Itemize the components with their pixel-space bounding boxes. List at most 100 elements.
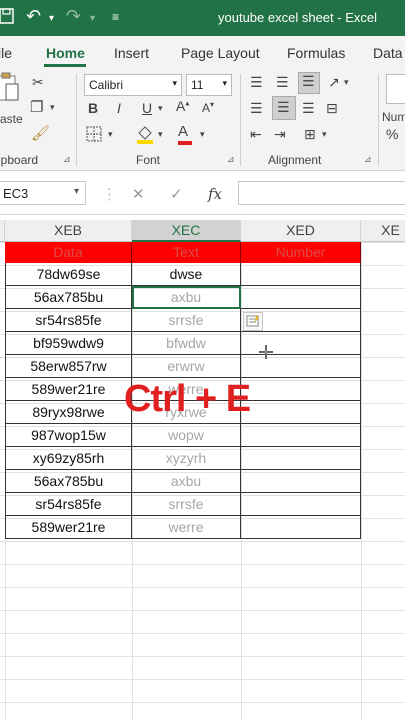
cell-data[interactable]: sr54rs85fe: [5, 309, 132, 332]
column-header-xed[interactable]: XED: [241, 220, 361, 242]
tab-formulas[interactable]: Formulas: [287, 45, 345, 61]
tab-page-layout[interactable]: Page Layout: [181, 45, 260, 61]
cell-number[interactable]: [241, 493, 361, 516]
tab-insert[interactable]: Insert: [114, 45, 149, 61]
cell-number[interactable]: [241, 424, 361, 447]
font-name-select[interactable]: Calibri ▾: [84, 74, 182, 96]
clipboard-launcher-icon[interactable]: ⊿: [63, 154, 71, 165]
fill-color-dropdown-icon[interactable]: ▾: [158, 129, 163, 140]
font-launcher-icon[interactable]: ⊿: [227, 154, 235, 165]
tab-home[interactable]: Home: [46, 45, 85, 61]
cell-text[interactable]: srrsfe: [132, 309, 241, 332]
decrease-indent-icon[interactable]: ⇤: [250, 126, 262, 143]
paste-label[interactable]: aste: [0, 112, 23, 126]
cell-data[interactable]: 78dw69se: [5, 263, 132, 286]
name-box[interactable]: EC3 ▾: [0, 181, 86, 205]
number-format-select[interactable]: [386, 74, 405, 104]
header-cell-data[interactable]: Data: [5, 242, 132, 263]
cell-data[interactable]: 58erw857rw: [5, 355, 132, 378]
wrap-text-icon[interactable]: ⊟: [326, 100, 338, 117]
decrease-font-icon[interactable]: A▾: [202, 100, 214, 115]
cell-number[interactable]: [241, 470, 361, 493]
cell-data[interactable]: 589wer21re: [5, 516, 132, 539]
font-size-select[interactable]: 11 ▾: [186, 74, 232, 96]
fill-color-icon[interactable]: [136, 124, 154, 149]
header-cell-text[interactable]: Text: [132, 242, 241, 263]
column-header-xee[interactable]: XE: [361, 220, 405, 242]
underline-button[interactable]: U: [142, 100, 152, 116]
font-color-icon[interactable]: A: [178, 123, 192, 145]
worksheet-grid[interactable]: Data Text Number 78dw69se dwse 56ax785bu axbu s…: [0, 242, 405, 720]
cell-text[interactable]: srrsfe: [132, 493, 241, 516]
cell-number[interactable]: [241, 516, 361, 539]
align-center-icon[interactable]: ☰: [272, 96, 296, 120]
cell-text[interactable]: erwrw: [132, 355, 241, 378]
cell-data[interactable]: 89ryx98rwe: [5, 401, 132, 424]
tab-file[interactable]: ile: [0, 45, 12, 61]
undo-icon[interactable]: ↶: [26, 6, 41, 27]
cell-number[interactable]: [241, 378, 361, 401]
insert-function-icon[interactable]: fx: [208, 185, 222, 203]
orientation-icon[interactable]: ↗: [328, 74, 340, 91]
align-bottom-icon[interactable]: ☰: [298, 72, 320, 94]
copy-dropdown-icon[interactable]: ▾: [50, 102, 55, 113]
cell-data[interactable]: 56ax785bu: [5, 286, 132, 309]
align-top-icon[interactable]: ☰: [250, 74, 263, 91]
bold-button[interactable]: B: [88, 100, 98, 116]
cell-number[interactable]: [241, 401, 361, 424]
cell-text[interactable]: dwse: [132, 263, 241, 286]
borders-dropdown-icon[interactable]: ▾: [108, 129, 113, 140]
formula-bar-divider-icon: ⋮: [102, 186, 117, 203]
increase-indent-icon[interactable]: ⇥: [274, 126, 286, 143]
copy-icon[interactable]: ❐: [30, 98, 43, 116]
undo-dropdown-icon[interactable]: ▾: [49, 13, 54, 24]
formula-input[interactable]: [238, 181, 405, 205]
cell-number[interactable]: [241, 447, 361, 470]
align-right-icon[interactable]: ☰: [302, 100, 315, 117]
cell-text[interactable]: xyzyrh: [132, 447, 241, 470]
header-cell-number[interactable]: Number: [241, 242, 361, 263]
font-color-dropdown-icon[interactable]: ▾: [200, 129, 205, 140]
cell-text[interactable]: wopw: [132, 424, 241, 447]
font-color-letter: A: [178, 123, 189, 140]
cell-data[interactable]: 56ax785bu: [5, 470, 132, 493]
cell-data[interactable]: bf959wdw9: [5, 332, 132, 355]
cell-text[interactable]: bfwdw: [132, 332, 241, 355]
cell-data[interactable]: 987wop15w: [5, 424, 132, 447]
column-header-xeb[interactable]: XEB: [5, 220, 132, 242]
format-painter-icon[interactable]: 🖌: [31, 124, 50, 142]
save-icon[interactable]: [0, 8, 14, 29]
alignment-launcher-icon[interactable]: ⊿: [364, 154, 372, 165]
orientation-dropdown-icon[interactable]: ▾: [344, 77, 349, 88]
align-middle-icon[interactable]: ☰: [276, 74, 289, 91]
cell-text[interactable]: werre: [132, 516, 241, 539]
borders-icon[interactable]: [86, 126, 102, 145]
cell-number[interactable]: [241, 263, 361, 286]
percent-style-icon[interactable]: %: [386, 126, 398, 142]
gridline: [0, 633, 405, 634]
column-header-xec[interactable]: XEC: [132, 220, 241, 242]
underline-dropdown-icon[interactable]: ▾: [158, 103, 163, 114]
flash-fill-options-icon[interactable]: [243, 312, 263, 331]
active-cell[interactable]: axbu: [132, 286, 241, 309]
cell-data[interactable]: xy69zy85rh: [5, 447, 132, 470]
merge-dropdown-icon[interactable]: ▾: [322, 129, 327, 140]
cell-data[interactable]: sr54rs85fe: [5, 493, 132, 516]
align-left-icon[interactable]: ☰: [250, 100, 263, 117]
enter-icon[interactable]: ✓: [170, 185, 183, 203]
excel-window: ↶ ▾ ↷ ▾ ≡ youtube excel sheet - Excel il…: [0, 0, 405, 720]
italic-button[interactable]: I: [117, 100, 121, 116]
increase-font-icon[interactable]: A▴: [176, 98, 189, 114]
cell-data[interactable]: 589wer21re: [5, 378, 132, 401]
tab-data[interactable]: Data: [373, 45, 403, 61]
cut-icon[interactable]: ✂: [32, 74, 44, 91]
ribbon-separator: [240, 74, 241, 166]
cell-text[interactable]: axbu: [132, 470, 241, 493]
customize-toolbar-icon[interactable]: ≡: [112, 10, 119, 24]
redo-dropdown-icon[interactable]: ▾: [90, 13, 95, 24]
merge-center-icon[interactable]: ⊞: [304, 126, 316, 143]
cancel-icon[interactable]: ✕: [132, 185, 145, 203]
paste-icon[interactable]: [0, 72, 20, 107]
redo-icon[interactable]: ↷: [66, 6, 81, 27]
cell-number[interactable]: [241, 286, 361, 309]
